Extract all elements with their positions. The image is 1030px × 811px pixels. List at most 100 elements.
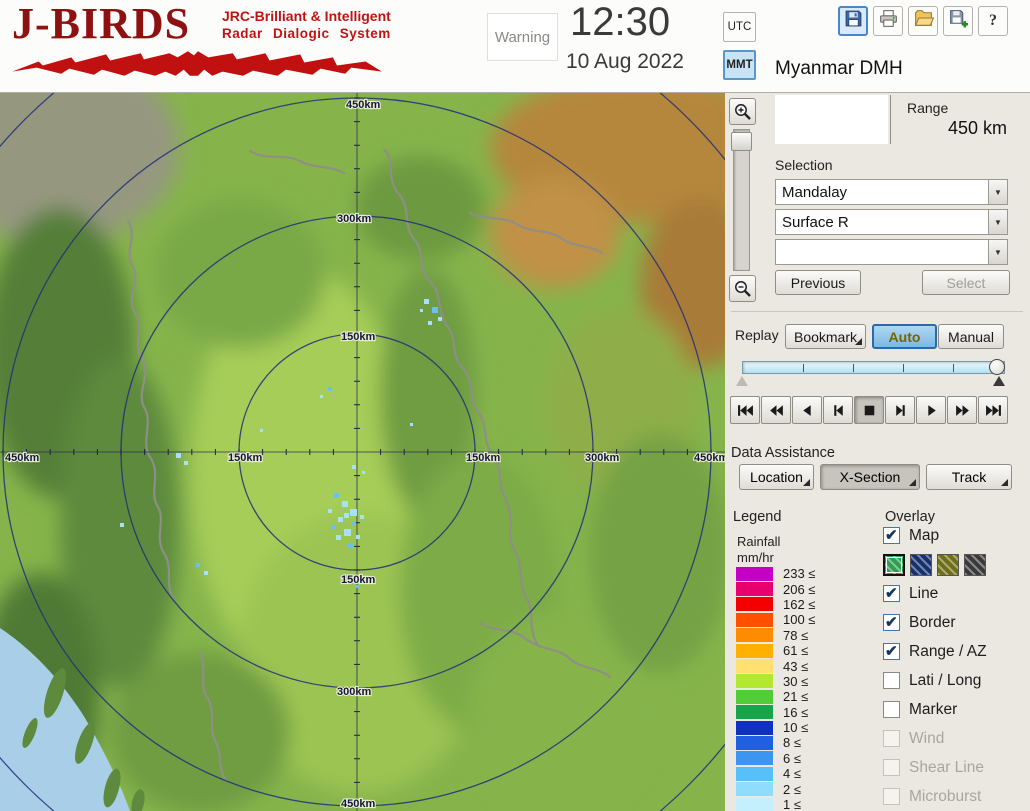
- play-reverse-icon: [802, 404, 811, 416]
- legend-value: 162 ≤: [783, 596, 816, 612]
- dropdown-value: Surface R: [782, 214, 849, 231]
- line-checkbox[interactable]: [883, 584, 900, 602]
- border-checkbox[interactable]: [883, 613, 900, 631]
- overlay-item-border[interactable]: Border: [883, 608, 1029, 637]
- legend-row: 78 ≤: [736, 628, 815, 643]
- legend-value: 233 ≤: [783, 566, 816, 582]
- location-button[interactable]: Location: [739, 464, 814, 490]
- timezone-toggle: UTC MMT: [723, 12, 756, 80]
- overlay-item-label: Line: [909, 584, 939, 602]
- range-label: Range: [907, 100, 949, 116]
- slider-tick: [853, 364, 854, 372]
- skip-to-start-button[interactable]: [730, 396, 760, 424]
- shear-line-checkbox: [883, 759, 900, 776]
- step-back-icon: [833, 404, 843, 416]
- chevron-down-icon[interactable]: ▼: [988, 210, 1007, 234]
- save-button[interactable]: [838, 6, 868, 36]
- app-logo-subtitle-1: JRC-Brilliant & Intelligent: [222, 8, 391, 24]
- slider-start-marker[interactable]: [736, 376, 748, 386]
- legend-row: 233 ≤: [736, 566, 815, 581]
- play-button[interactable]: [916, 396, 946, 424]
- zoom-out-button[interactable]: [729, 275, 756, 302]
- legend-value: 100 ≤: [783, 612, 816, 628]
- selection-dropdown-3[interactable]: ▼: [775, 239, 1008, 265]
- dropdown-value: [776, 240, 988, 264]
- chevron-down-icon[interactable]: ▼: [988, 240, 1007, 264]
- map-style-swatch-1[interactable]: [883, 553, 905, 576]
- selection-dropdown-2[interactable]: Surface R ▼: [775, 209, 1008, 235]
- map-style-swatch-3[interactable]: [937, 553, 959, 576]
- map-style-swatch-4[interactable]: [964, 553, 986, 576]
- eagle-logo-icon: [8, 48, 386, 83]
- lati-long-checkbox[interactable]: [883, 672, 900, 689]
- overlay-item-map[interactable]: Map: [883, 521, 1029, 550]
- legend-unit-name: Rainfall: [737, 534, 781, 549]
- svg-text:450km: 450km: [341, 798, 375, 810]
- stop-button[interactable]: [854, 396, 884, 424]
- legend-value: 16 ≤: [783, 704, 809, 720]
- export-icon: [948, 8, 969, 34]
- clock-date: 10 Aug 2022: [566, 50, 684, 73]
- fast-forward-button[interactable]: [947, 396, 977, 424]
- map-checkbox[interactable]: [883, 526, 900, 544]
- print-button[interactable]: [873, 6, 903, 36]
- replay-time-slider[interactable]: [742, 361, 1005, 374]
- replay-slider-handle[interactable]: [989, 359, 1005, 375]
- step-forward-icon: [895, 404, 905, 416]
- overlay-item-marker[interactable]: Marker: [883, 695, 1029, 724]
- step-forward-button[interactable]: [885, 396, 915, 424]
- range-az-checkbox[interactable]: [883, 642, 900, 660]
- slider-end-marker[interactable]: [993, 376, 1005, 386]
- skip-to-end-icon: [985, 404, 1001, 416]
- legend-row: 6 ≤: [736, 751, 815, 766]
- playback-controls: [730, 396, 1008, 424]
- select-button[interactable]: Select: [922, 270, 1010, 295]
- legend-color-swatch: [736, 566, 773, 581]
- bookmark-button[interactable]: Bookmark: [785, 324, 866, 349]
- map-style-swatches: [883, 550, 1029, 579]
- map-style-swatch-2[interactable]: [910, 553, 932, 576]
- legend-color-swatch: [736, 643, 773, 658]
- timezone-utc-button[interactable]: UTC: [723, 12, 756, 42]
- timezone-mmt-button[interactable]: MMT: [723, 50, 756, 80]
- svg-text:300km: 300km: [337, 213, 371, 225]
- step-back-button[interactable]: [823, 396, 853, 424]
- track-button[interactable]: Track: [926, 464, 1012, 490]
- legend-label: Legend: [733, 509, 782, 525]
- play-reverse-button[interactable]: [792, 396, 822, 424]
- warning-button[interactable]: Warning: [487, 13, 558, 61]
- selection-dropdown-1[interactable]: Mandalay ▼: [775, 179, 1008, 205]
- station-name: Myanmar DMH: [775, 58, 903, 79]
- legend-row: 162 ≤: [736, 597, 815, 612]
- svg-text:150km: 150km: [341, 331, 375, 343]
- legend-value: 61 ≤: [783, 643, 809, 659]
- open-folder-button[interactable]: [908, 6, 938, 36]
- previous-button[interactable]: Previous: [775, 270, 861, 295]
- skip-to-end-button[interactable]: [978, 396, 1008, 424]
- overlay-item-line[interactable]: Line: [883, 579, 1029, 608]
- fast-rewind-button[interactable]: [761, 396, 791, 424]
- zoom-in-button[interactable]: [729, 98, 756, 125]
- overlay-item-lati-long[interactable]: Lati / Long: [883, 666, 1029, 695]
- legend-row: 1 ≤: [736, 797, 815, 811]
- zoom-slider-thumb[interactable]: [731, 132, 752, 151]
- legend-row: 4 ≤: [736, 766, 815, 781]
- overlay-item-range-az[interactable]: Range / AZ: [883, 637, 1029, 666]
- legend-color-swatch: [736, 797, 773, 811]
- manual-button[interactable]: Manual: [938, 324, 1004, 349]
- chevron-down-icon[interactable]: ▼: [988, 180, 1007, 204]
- overlay-item-label: Marker: [909, 700, 958, 718]
- selection-label: Selection: [775, 157, 833, 173]
- right-panel: Range 450 km Selection Mandalay ▼ Surface …: [725, 93, 1030, 811]
- x-section-button[interactable]: X-Section: [820, 464, 920, 490]
- slider-tick: [803, 364, 804, 372]
- legend-row: 30 ≤: [736, 674, 815, 689]
- help-button[interactable]: ?: [978, 6, 1008, 36]
- export-button[interactable]: [943, 6, 973, 36]
- marker-checkbox[interactable]: [883, 701, 900, 718]
- zoom-slider[interactable]: [731, 129, 752, 271]
- data-assistance-label: Data Assistance: [731, 445, 835, 461]
- legend-row: 10 ≤: [736, 720, 815, 735]
- radar-map[interactable]: 450km 300km 150km 150km 300km 450km 450km 150km…: [0, 93, 725, 811]
- auto-button[interactable]: Auto: [872, 324, 937, 349]
